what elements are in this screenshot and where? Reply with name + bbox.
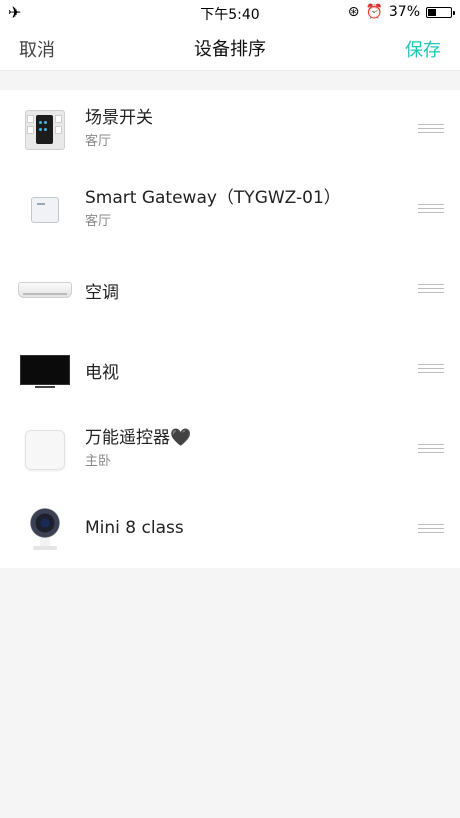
camera-icon: [18, 508, 72, 552]
nav-bar: 取消 设备排序 保存: [0, 24, 460, 71]
drag-handle-icon[interactable]: [418, 524, 444, 536]
status-bar: ✈ 下午5:40 ⊛ ⏰ 37%: [0, 0, 460, 24]
drag-handle-icon[interactable]: [418, 204, 444, 216]
device-row[interactable]: 场景开关 客厅: [0, 90, 460, 170]
remote-hub-icon: [18, 428, 72, 472]
device-name: 空调: [85, 283, 119, 303]
air-conditioner-icon: [18, 268, 72, 312]
tv-icon: [18, 348, 72, 392]
page-title: 设备排序: [194, 39, 266, 60]
device-row[interactable]: 空调: [0, 250, 460, 330]
device-room: 客厅: [85, 134, 112, 149]
drag-handle-icon[interactable]: [418, 364, 444, 376]
device-row[interactable]: 万能遥控器🖤 主卧: [0, 410, 460, 490]
rotation-lock-icon: ⊛: [347, 4, 360, 20]
save-button[interactable]: 保存: [405, 36, 441, 62]
device-room: 主卧: [85, 454, 112, 469]
gateway-icon: [18, 188, 72, 232]
device-row[interactable]: 电视: [0, 330, 460, 410]
device-name: Mini 8 class: [85, 518, 184, 538]
status-right: ⊛ ⏰ 37%: [347, 4, 455, 20]
drag-handle-icon[interactable]: [418, 284, 444, 296]
battery-fill: [428, 8, 437, 16]
device-name: 电视: [85, 363, 119, 383]
device-row[interactable]: Mini 8 class: [0, 490, 460, 570]
drag-handle-icon[interactable]: [418, 124, 444, 136]
battery-percent: 37%: [388, 4, 420, 20]
alarm-icon: ⏰: [365, 4, 383, 20]
device-name: Smart Gateway（TYGWZ-01）: [85, 188, 341, 208]
device-name: 场景开关: [85, 108, 153, 128]
device-room: 客厅: [85, 214, 112, 229]
scene-switch-panel-icon: [18, 108, 72, 152]
drag-handle-icon[interactable]: [418, 444, 444, 456]
device-name: 万能遥控器🖤: [85, 428, 192, 448]
battery-icon: [426, 6, 455, 18]
device-row[interactable]: Smart Gateway（TYGWZ-01） 客厅: [0, 170, 460, 250]
device-list: 场景开关 客厅 Smart Gateway（TYGWZ-01） 客厅 空调 电视…: [0, 90, 460, 568]
